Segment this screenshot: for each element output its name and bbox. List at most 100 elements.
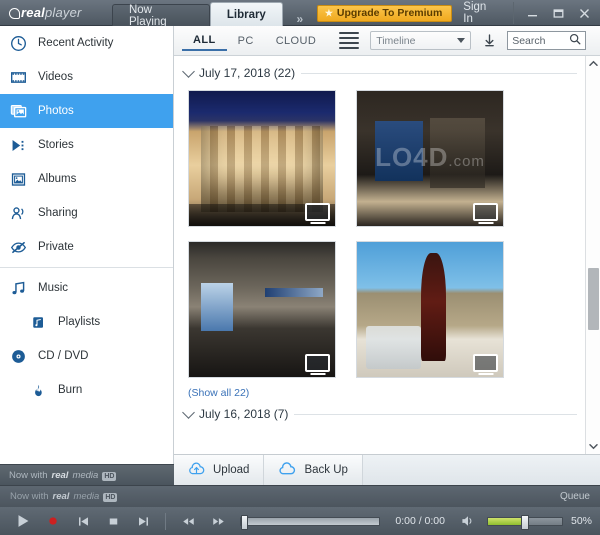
divider	[301, 73, 577, 74]
divider	[294, 414, 577, 415]
sidebar-item-albums[interactable]: Albums	[0, 162, 173, 196]
content-toolbar: ALL PC CLOUD Timeline Search	[174, 26, 600, 56]
volume-fill	[488, 518, 525, 525]
tab-library[interactable]: Library	[210, 2, 283, 26]
cloud-icon	[278, 462, 296, 479]
film-icon	[8, 67, 29, 88]
window-controls	[513, 2, 596, 24]
status-branding: Now with realmedia HD	[10, 491, 117, 502]
show-all-link[interactable]: (Show all 22)	[184, 378, 249, 403]
chevron-down-icon	[457, 38, 465, 43]
vertical-scrollbar[interactable]	[585, 56, 600, 454]
volume-slider[interactable]	[487, 517, 563, 526]
search-icon[interactable]	[569, 33, 581, 48]
status-strip: Now with realmedia HD Queue	[0, 485, 600, 507]
screen-icon	[473, 203, 498, 221]
thumbnail-grid: LO4D.com	[184, 84, 577, 378]
title-bar: realplayer Now Playing Library » ★ Upgra…	[0, 0, 600, 26]
photo-scroll-area: July 17, 2018 (22) LO4D.com	[174, 56, 600, 454]
sidebar-item-label: Music	[38, 282, 68, 294]
sidebar-item-burn[interactable]: Burn	[0, 373, 173, 407]
volume-handle[interactable]	[521, 515, 529, 530]
backup-label: Back Up	[304, 464, 347, 476]
tab-now-playing[interactable]: Now Playing	[112, 4, 210, 26]
photo-thumbnail[interactable]	[356, 241, 504, 378]
logo-real-text: real	[21, 5, 45, 20]
upload-label: Upload	[213, 464, 249, 476]
tabs-overflow-icon[interactable]: »	[283, 12, 317, 26]
hd-badge: HD	[102, 472, 116, 481]
upgrade-label: Upgrade To Premium	[337, 7, 442, 19]
upload-button[interactable]: Upload	[174, 455, 264, 485]
sidebar-item-label: Stories	[38, 139, 74, 151]
eye-off-icon	[8, 237, 29, 258]
minimize-icon[interactable]	[520, 2, 544, 24]
photos-stack-icon	[8, 101, 29, 122]
filter-all[interactable]: ALL	[182, 31, 227, 51]
close-icon[interactable]	[572, 2, 596, 24]
clock-icon	[8, 33, 29, 54]
chevron-down-icon[interactable]	[182, 65, 195, 78]
sidebar-item-label: Private	[38, 241, 74, 253]
previous-button[interactable]	[68, 509, 98, 533]
seek-slider[interactable]	[240, 517, 380, 526]
sidebar-item-sharing[interactable]: Sharing	[0, 196, 173, 230]
speech-bubble-icon	[9, 8, 20, 19]
hamburger-menu-icon[interactable]	[339, 32, 359, 50]
disc-icon	[8, 346, 29, 367]
scroll-up-icon[interactable]	[586, 56, 600, 71]
next-button[interactable]	[128, 509, 158, 533]
play-button[interactable]	[8, 509, 38, 533]
sidebar-item-label: Playlists	[58, 316, 100, 328]
screen-icon	[305, 203, 330, 221]
screen-icon	[473, 354, 498, 372]
download-arrow-icon[interactable]	[482, 34, 496, 47]
fast-forward-button[interactable]	[203, 509, 233, 533]
status-brand-media: media	[73, 491, 99, 502]
photo-thumbnail[interactable]	[188, 90, 336, 227]
stop-button[interactable]	[98, 509, 128, 533]
queue-button[interactable]: Queue	[560, 491, 590, 502]
screen-icon	[305, 354, 330, 372]
realplayer-window: realplayer Now Playing Library » ★ Upgra…	[0, 0, 600, 535]
filter-cloud[interactable]: CLOUD	[265, 31, 328, 51]
filter-pc[interactable]: PC	[227, 31, 265, 51]
sidebar-item-cd-dvd[interactable]: CD / DVD	[0, 339, 173, 373]
sidebar-item-videos[interactable]: Videos	[0, 60, 173, 94]
footer-prefix: Now with	[9, 470, 48, 481]
upgrade-to-premium-button[interactable]: ★ Upgrade To Premium	[317, 5, 452, 22]
sidebar-item-recent-activity[interactable]: Recent Activity	[0, 26, 173, 60]
scrollbar-thumb[interactable]	[588, 268, 599, 330]
sidebar-item-private[interactable]: Private	[0, 230, 173, 264]
date-group-header[interactable]: July 16, 2018 (7)	[184, 403, 577, 425]
sidebar-item-photos[interactable]: Photos	[0, 94, 173, 128]
speaker-icon[interactable]	[453, 509, 483, 533]
sign-in-button[interactable]: Sign In	[452, 1, 511, 25]
sidebar-item-label: Burn	[58, 384, 82, 396]
chevron-down-icon[interactable]	[182, 406, 195, 419]
seek-handle[interactable]	[241, 515, 248, 530]
sidebar-item-stories[interactable]: Stories	[0, 128, 173, 162]
date-group-header[interactable]: July 17, 2018 (22)	[184, 62, 577, 84]
time-display: 0:00 / 0:00	[387, 515, 453, 527]
rewind-button[interactable]	[173, 509, 203, 533]
sidebar-item-music[interactable]: Music	[0, 271, 173, 305]
backup-button[interactable]: Back Up	[264, 455, 362, 485]
hd-badge: HD	[103, 493, 117, 502]
sort-select-value: Timeline	[376, 35, 415, 47]
sort-select[interactable]: Timeline	[370, 31, 471, 50]
photo-thumbnail[interactable]: LO4D.com	[356, 90, 504, 227]
search-input[interactable]: Search	[507, 31, 586, 50]
scroll-down-icon[interactable]	[586, 439, 600, 454]
footer-brand-real: real	[52, 470, 69, 481]
sidebar-item-label: Videos	[38, 71, 73, 83]
stories-icon	[8, 135, 29, 156]
sidebar-item-label: Recent Activity	[38, 37, 113, 49]
maximize-icon[interactable]	[546, 2, 570, 24]
burn-icon	[28, 380, 49, 401]
search-placeholder: Search	[512, 35, 545, 47]
photo-thumbnail[interactable]	[188, 241, 336, 378]
record-button[interactable]	[38, 509, 68, 533]
sidebar-item-playlists[interactable]: Playlists	[0, 305, 173, 339]
content-panel: ALL PC CLOUD Timeline Search	[174, 26, 600, 485]
